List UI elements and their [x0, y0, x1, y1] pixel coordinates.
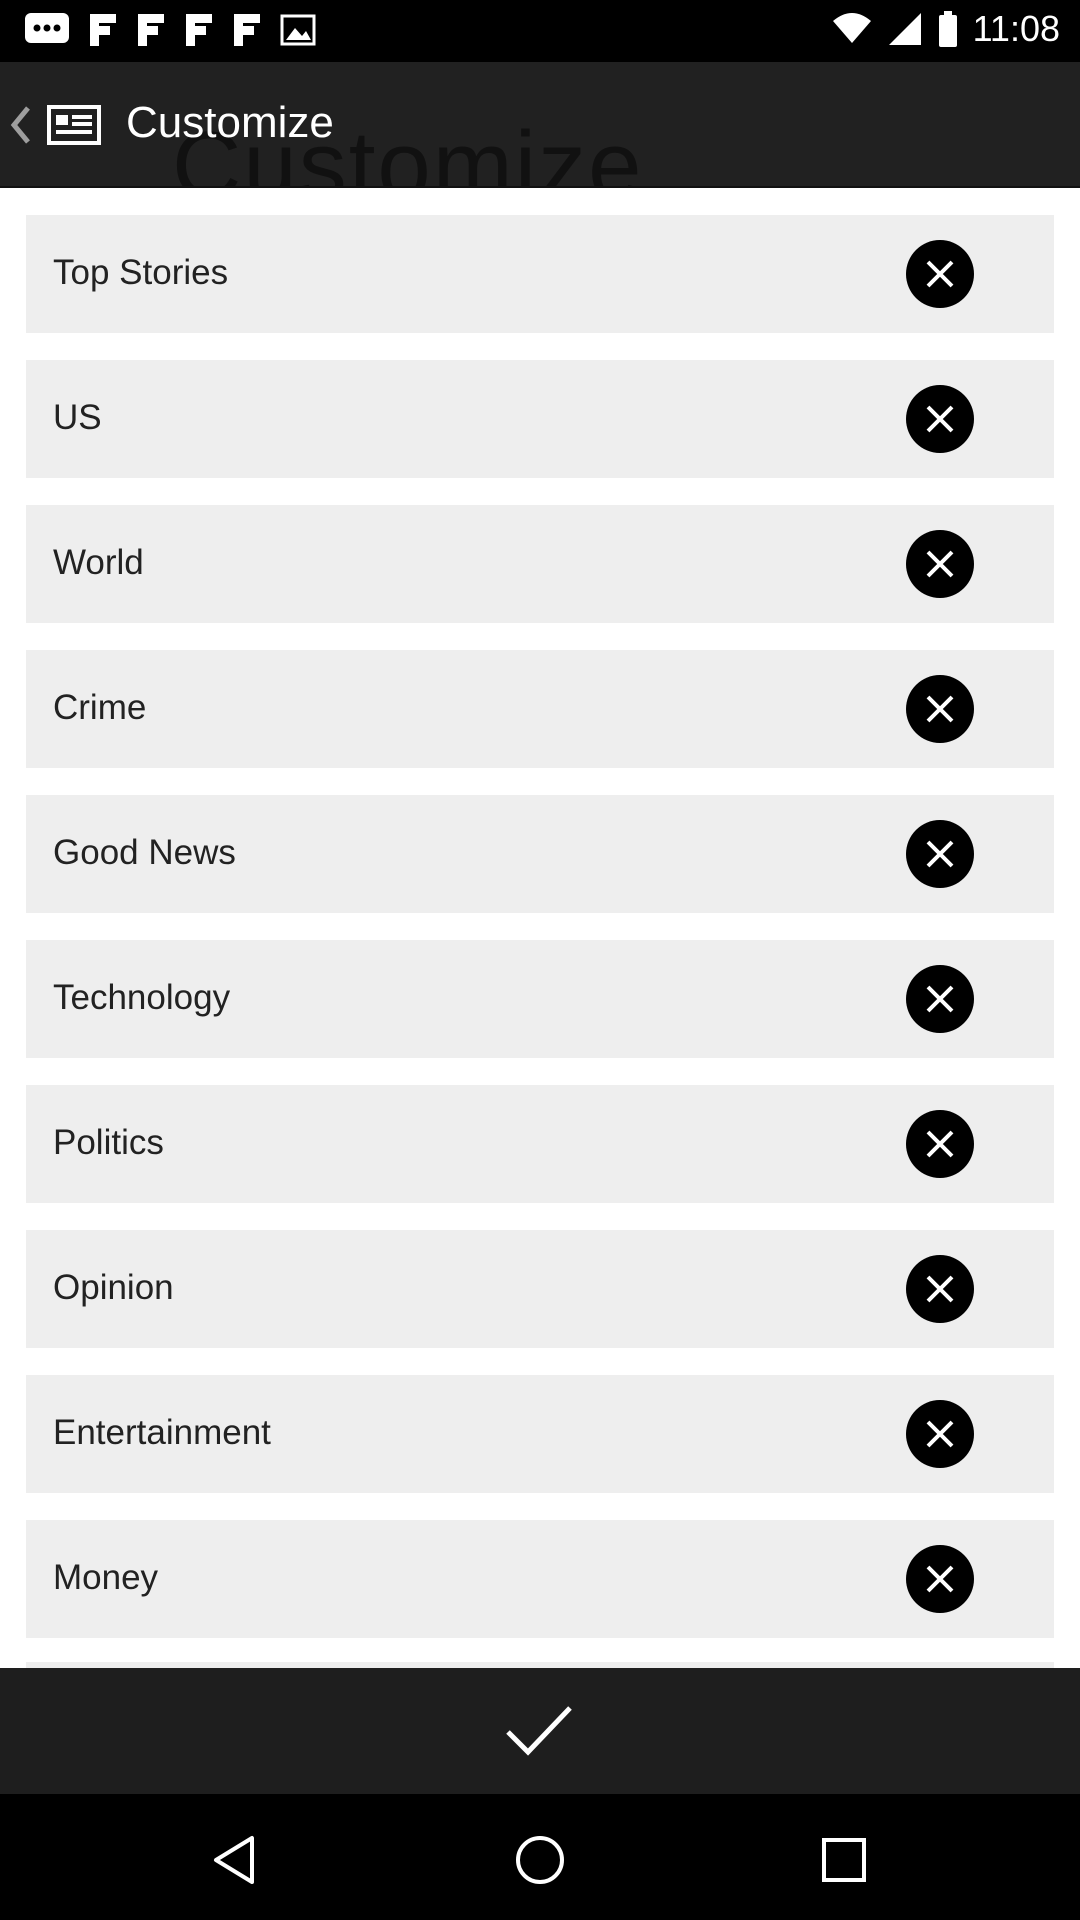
remove-button[interactable]	[906, 530, 974, 598]
list-item[interactable]: Crime	[26, 650, 1054, 768]
remove-button[interactable]	[906, 1255, 974, 1323]
list-item[interactable]: Opinion	[26, 1230, 1054, 1348]
category-list[interactable]: Top Stories US World Crime Good News Tec…	[0, 188, 1080, 1668]
category-label: World	[53, 543, 144, 582]
clock: 11:08	[972, 8, 1060, 49]
wifi-icon	[832, 13, 871, 43]
close-icon	[926, 1275, 954, 1303]
signal-icon	[888, 13, 921, 45]
remove-button[interactable]	[906, 1110, 974, 1178]
list-item[interactable]: Top Stories	[26, 215, 1054, 333]
category-label: Crime	[53, 688, 147, 727]
notification-icons	[22, 10, 318, 50]
category-label: Good News	[53, 833, 236, 872]
chat-icon	[25, 13, 69, 43]
category-label: Money	[53, 1558, 159, 1597]
close-icon	[926, 1130, 954, 1158]
status-bar: 11:08	[0, 0, 1080, 62]
close-icon	[926, 695, 954, 723]
flipboard-icon	[90, 14, 116, 46]
list-item[interactable]: World	[26, 505, 1054, 623]
close-icon	[926, 405, 954, 433]
remove-button[interactable]	[906, 965, 974, 1033]
close-icon	[926, 1420, 954, 1448]
app-bar: Customize Customize	[0, 62, 1080, 188]
remove-button[interactable]	[906, 1545, 974, 1613]
close-icon	[926, 1565, 954, 1593]
flipboard-icon	[138, 14, 164, 46]
list-item[interactable]: Money	[26, 1520, 1054, 1638]
close-icon	[926, 985, 954, 1013]
category-label: Top Stories	[53, 253, 229, 292]
back-triangle-icon[interactable]	[208, 1832, 264, 1888]
battery-icon	[938, 11, 957, 47]
category-label: Entertainment	[53, 1413, 271, 1452]
system-indicators: 11:08	[831, 8, 1060, 50]
remove-button[interactable]	[906, 1400, 974, 1468]
list-item[interactable]: Politics	[26, 1085, 1054, 1203]
category-label: Opinion	[53, 1268, 174, 1307]
page-title: Customize	[126, 98, 334, 147]
list-item[interactable]: Technology	[26, 940, 1054, 1058]
flipboard-icon	[186, 14, 212, 46]
remove-button[interactable]	[906, 675, 974, 743]
back-chevron-icon[interactable]	[8, 100, 34, 150]
list-item[interactable]: US	[26, 360, 1054, 478]
remove-button[interactable]	[906, 385, 974, 453]
recents-square-icon[interactable]	[816, 1832, 872, 1888]
close-icon	[926, 260, 954, 288]
flipboard-icon	[234, 14, 260, 46]
category-label: US	[53, 398, 102, 437]
checkmark-icon[interactable]	[500, 1698, 580, 1764]
category-label: Technology	[53, 978, 231, 1017]
close-icon	[926, 840, 954, 868]
photo-icon	[280, 14, 316, 46]
remove-button[interactable]	[906, 820, 974, 888]
news-app-icon[interactable]	[46, 104, 102, 146]
confirm-bar	[0, 1668, 1080, 1794]
home-circle-icon[interactable]	[512, 1832, 568, 1888]
remove-button[interactable]	[906, 240, 974, 308]
list-item[interactable]: Good News	[26, 795, 1054, 913]
close-icon	[926, 550, 954, 578]
category-label: Politics	[53, 1123, 164, 1162]
list-item[interactable]: Entertainment	[26, 1375, 1054, 1493]
navigation-bar	[0, 1794, 1080, 1920]
